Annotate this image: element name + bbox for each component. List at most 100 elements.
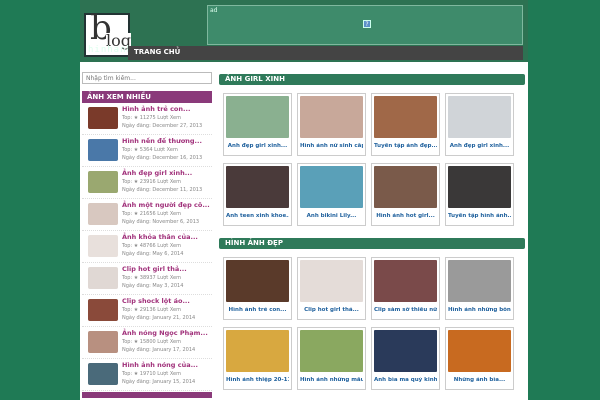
list-item[interactable]: Hình nền đế thương... Top: ★ 5364 Lượt Xe…	[82, 135, 212, 167]
list-item[interactable]: Ảnh một người đẹp cô... Top: ★ 21656 Lượt…	[82, 199, 212, 231]
gallery-card[interactable]: Hình ảnh trẻ con...	[223, 257, 292, 320]
gallery-card[interactable]: Hình ảnh những mẫu...	[297, 327, 366, 390]
list-item-date: Ngày đăng: December 11, 2013	[122, 187, 203, 193]
gallery-thumbnail[interactable]	[226, 166, 289, 208]
gallery-card[interactable]: Ảnh bìa ma quỷ kinh...	[371, 327, 440, 390]
list-item-date: Ngày đăng: January 15, 2014	[122, 379, 196, 385]
list-item[interactable]: Clip shock lột áo... Top: ★ 29136 Lượt Xe…	[82, 295, 212, 327]
gallery-caption[interactable]: Ảnh đẹp girl xinh...	[226, 143, 289, 149]
gallery-caption[interactable]: Hình ảnh những bông...	[448, 307, 511, 313]
gallery-thumbnail[interactable]	[374, 166, 437, 208]
list-item-title[interactable]: Hình ảnh trẻ con...	[122, 105, 190, 113]
list-item[interactable]: Hình ảnh trẻ con... Top: ★ 11275 Lượt Xem…	[82, 103, 212, 135]
nav-home-link[interactable]: TRANG CHỦ	[134, 48, 180, 56]
thumbnail-image[interactable]	[88, 363, 118, 385]
gallery-card[interactable]: Ảnh đẹp girl xinh...	[223, 93, 292, 156]
section-title-hinh-anh-dep: HÌNH ẢNH ĐẸP	[219, 238, 525, 249]
gallery-caption[interactable]: Ảnh bìa ma quỷ kinh...	[374, 377, 437, 383]
list-item-title[interactable]: Clip shock lột áo...	[122, 297, 190, 305]
list-item[interactable]: Ảnh khỏa thân của... Top: ★ 48766 Lượt Xe…	[82, 231, 212, 263]
gallery-thumbnail[interactable]	[374, 96, 437, 138]
gallery-card[interactable]: Ảnh đẹp girl xinh...	[445, 93, 514, 156]
list-item-views: Top: ★ 48766 Lượt Xem	[122, 243, 181, 249]
list-item[interactable]: Clip hot girl thả... Top: ★ 38937 Lượt Xe…	[82, 263, 212, 295]
gallery-thumbnail[interactable]	[448, 330, 511, 372]
list-item-views: Top: ★ 29136 Lượt Xem	[122, 307, 181, 313]
gallery-thumbnail[interactable]	[300, 260, 363, 302]
gallery-thumbnail[interactable]	[300, 166, 363, 208]
list-item-date: Ngày đăng: November 6, 2013	[122, 219, 200, 225]
ad-label: ad	[210, 7, 218, 14]
thumbnail-image[interactable]	[88, 299, 118, 321]
search-input[interactable]	[82, 72, 212, 84]
gallery-thumbnail[interactable]	[300, 96, 363, 138]
gallery-card[interactable]: Hình ảnh hot girl...	[371, 163, 440, 226]
ad-banner[interactable]: ad ?	[207, 5, 523, 45]
sidebar-section-title: ẢNH XEM NHIỀU	[82, 91, 212, 103]
list-item[interactable]: Ảnh nóng Ngọc Phạm... Top: ★ 15800 Lượt X…	[82, 327, 212, 359]
gallery-card[interactable]: Clip hot girl thả...	[297, 257, 366, 320]
gallery-caption[interactable]: Tuyển tập hình ảnh...	[448, 213, 511, 219]
gallery-caption[interactable]: Ảnh bikini Lily...	[300, 213, 363, 219]
list-item-date: Ngày đăng: January 21, 2014	[122, 315, 196, 321]
gallery-caption[interactable]: Ảnh đẹp girl xinh...	[448, 143, 511, 149]
list-item-views: Top: ★ 23916 Lượt Xem	[122, 179, 181, 185]
site-header: b log hinhanh ad ? TRANG CHỦ	[80, 0, 528, 62]
list-item-views: Top: ★ 15800 Lượt Xem	[122, 339, 181, 345]
list-item-title[interactable]: Clip hot girl thả...	[122, 265, 187, 273]
gallery-thumbnail[interactable]	[374, 330, 437, 372]
list-item-title[interactable]: Ảnh khỏa thân của...	[122, 233, 198, 241]
gallery-card[interactable]: Ảnh teen xinh khoe...	[223, 163, 292, 226]
gallery-caption[interactable]: Ảnh teen xinh khoe...	[226, 213, 289, 219]
list-item[interactable]: Ảnh đẹp girl xinh... Top: ★ 23916 Lượt Xe…	[82, 167, 212, 199]
gallery-thumbnail[interactable]	[448, 166, 511, 208]
gallery-thumbnail[interactable]	[226, 96, 289, 138]
site-name[interactable]: hinhanh	[88, 45, 133, 55]
list-item-title[interactable]: Hình nền đế thương...	[122, 137, 202, 145]
gallery-thumbnail[interactable]	[448, 260, 511, 302]
gallery-caption[interactable]: Hình ảnh thiệp 20-11...	[226, 377, 289, 383]
gallery-caption[interactable]: Clip hot girl thả...	[300, 307, 363, 313]
list-item-date: Ngày đăng: May 6, 2014	[122, 251, 184, 257]
thumbnail-image[interactable]	[88, 139, 118, 161]
gallery-caption[interactable]: Tuyển tập ảnh đẹp...	[374, 143, 437, 149]
list-item-title[interactable]: Hình ảnh nóng của...	[122, 361, 198, 369]
gallery-thumbnail[interactable]	[374, 260, 437, 302]
gallery-caption[interactable]: Hình ảnh hot girl...	[374, 213, 437, 219]
thumbnail-image[interactable]	[88, 331, 118, 353]
gallery-caption[interactable]: Hình ảnh trẻ con...	[226, 307, 289, 313]
gallery-caption[interactable]: Những ảnh bìa...	[448, 377, 511, 383]
list-item-title[interactable]: Ảnh một người đẹp cô...	[122, 201, 210, 209]
gallery-card[interactable]: Hình ảnh thiệp 20-11...	[223, 327, 292, 390]
gallery-thumbnail[interactable]	[226, 330, 289, 372]
page-frame: b log hinhanh ad ? TRANG CHỦ ẢNH XEM NHI…	[80, 0, 528, 400]
gallery-card[interactable]: Tuyển tập hình ảnh...	[445, 163, 514, 226]
list-item-title[interactable]: Ảnh nóng Ngọc Phạm...	[122, 329, 208, 337]
list-item[interactable]: Hình ảnh nóng của... Top: ★ 19710 Lượt Xe…	[82, 359, 212, 391]
gallery-thumbnail[interactable]	[448, 96, 511, 138]
gallery-card[interactable]: Hình ảnh nữ sinh cấp...	[297, 93, 366, 156]
thumbnail-image[interactable]	[88, 171, 118, 193]
gallery-card[interactable]: Clip sàm sỡ thiếu nữ...	[371, 257, 440, 320]
gallery-thumbnail[interactable]	[226, 260, 289, 302]
gallery-caption[interactable]: Hình ảnh nữ sinh cấp...	[300, 143, 363, 149]
gallery-card[interactable]: Hình ảnh những bông...	[445, 257, 514, 320]
section-title-girl-xinh: ẢNH GIRL XINH	[219, 74, 525, 85]
list-item-views: Top: ★ 38937 Lượt Xem	[122, 275, 181, 281]
list-item-views: Top: ★ 19710 Lượt Xem	[122, 371, 181, 377]
list-item-title[interactable]: Ảnh đẹp girl xinh...	[122, 169, 192, 177]
gallery-caption[interactable]: Clip sàm sỡ thiếu nữ...	[374, 307, 437, 313]
gallery-card[interactable]: Ảnh bikini Lily...	[297, 163, 366, 226]
thumbnail-image[interactable]	[88, 107, 118, 129]
popular-list: Hình ảnh trẻ con... Top: ★ 11275 Lượt Xem…	[82, 103, 212, 391]
ad-placeholder-icon: ?	[363, 20, 371, 28]
gallery-card[interactable]: Tuyển tập ảnh đẹp...	[371, 93, 440, 156]
thumbnail-image[interactable]	[88, 235, 118, 257]
gallery-card[interactable]: Những ảnh bìa...	[445, 327, 514, 390]
thumbnail-image[interactable]	[88, 203, 118, 225]
sidebar-next-section-bar	[82, 392, 212, 398]
thumbnail-image[interactable]	[88, 267, 118, 289]
gallery-thumbnail[interactable]	[300, 330, 363, 372]
gallery-caption[interactable]: Hình ảnh những mẫu...	[300, 377, 363, 383]
list-item-views: Top: ★ 5364 Lượt Xem	[122, 147, 178, 153]
